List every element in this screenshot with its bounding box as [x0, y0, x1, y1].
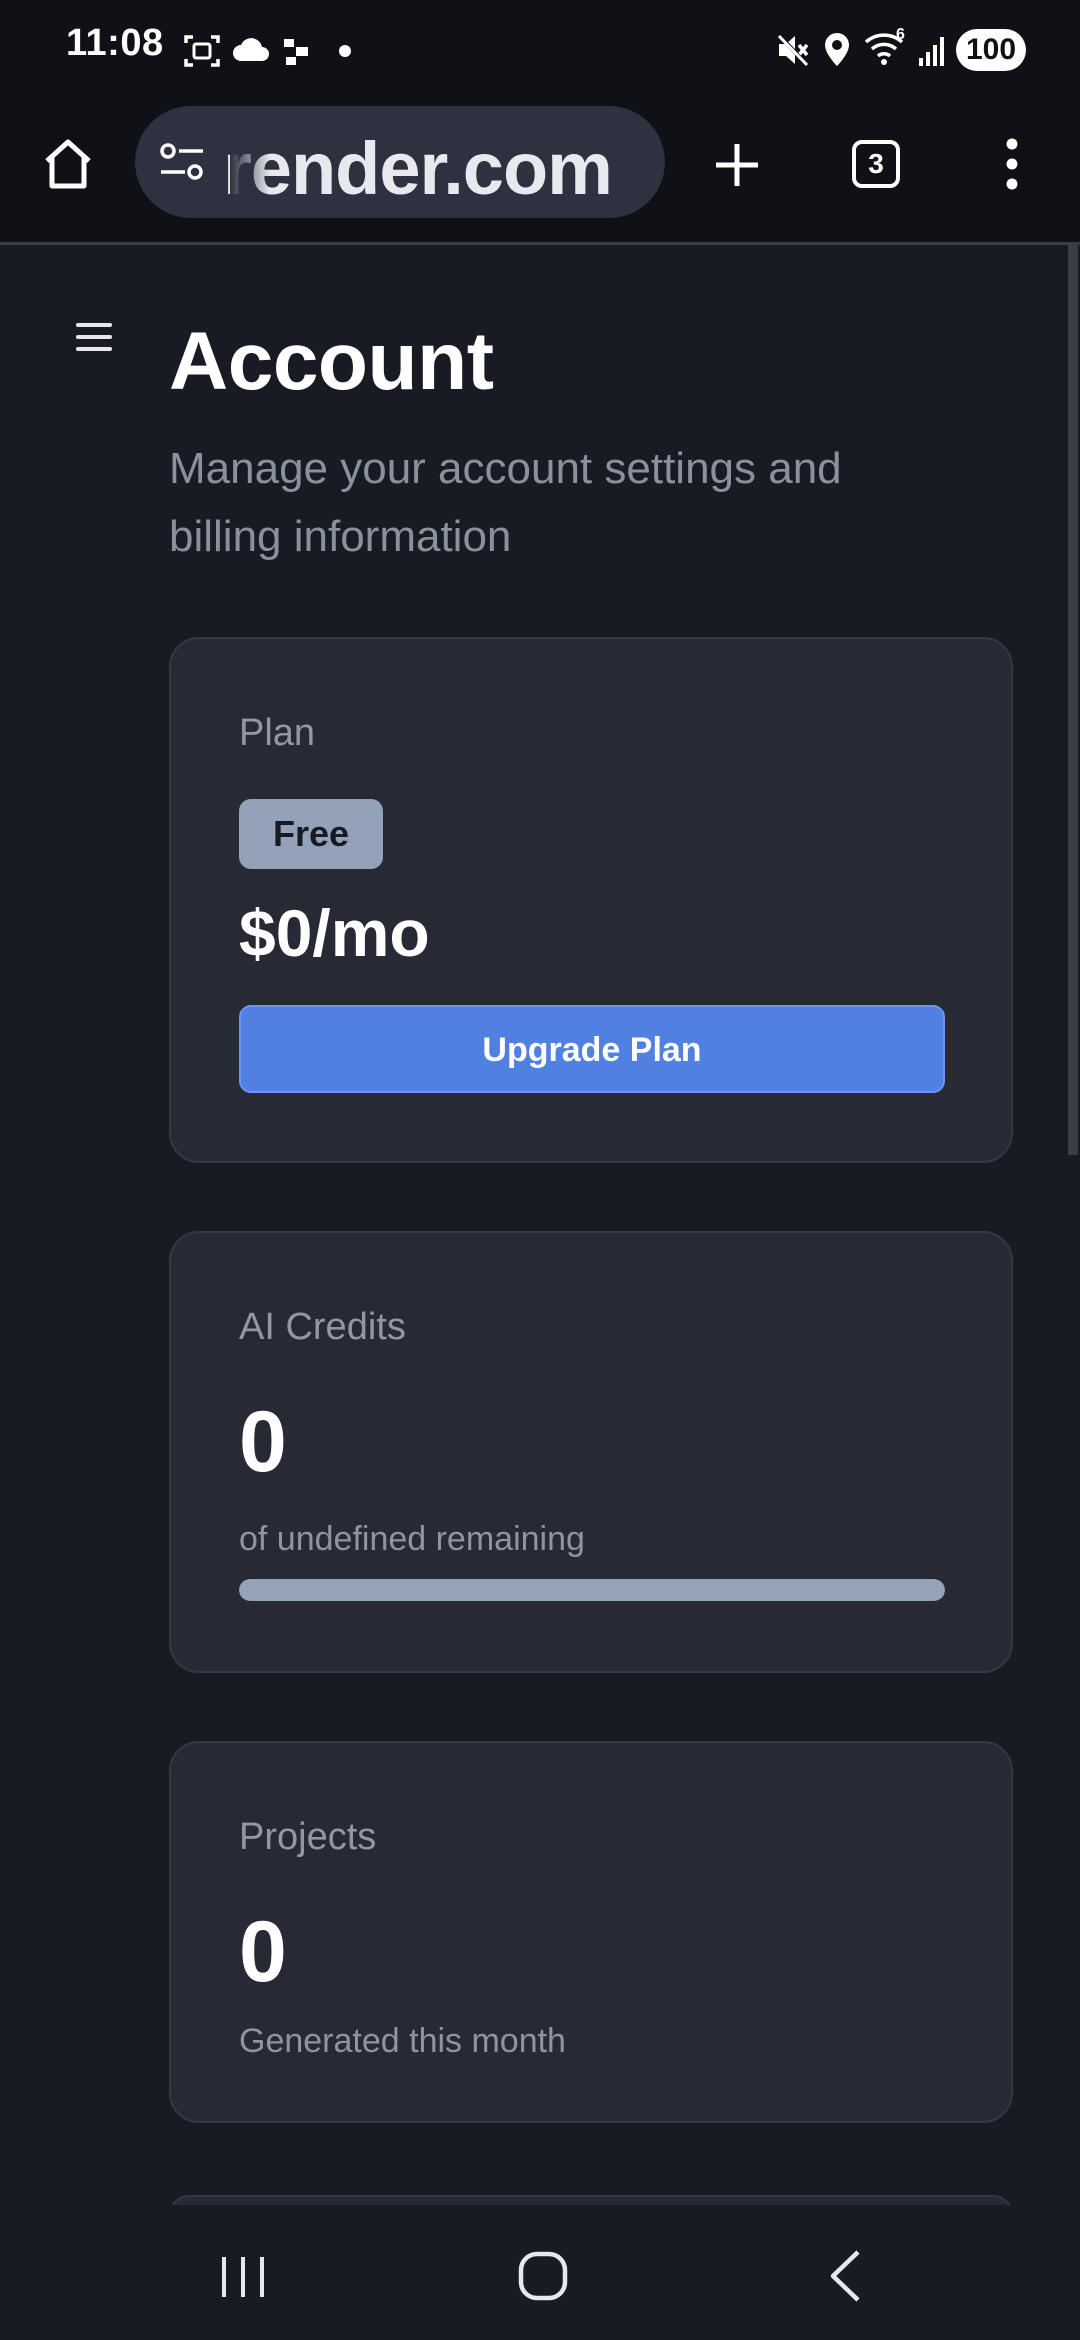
battery-icon: 100 — [956, 29, 1026, 71]
url-text: render.com — [223, 127, 613, 210]
screenshot-icon — [184, 35, 220, 67]
page-subtitle: Manage your account settings and billing… — [169, 444, 842, 561]
ai-credits-card: AI Credits 0 of undefined remaining — [169, 1231, 1013, 1673]
status-time: 11:08 — [66, 22, 164, 64]
site-settings-icon[interactable] — [159, 140, 205, 184]
credits-progress-fill — [239, 1579, 945, 1601]
menu-icon[interactable] — [76, 323, 114, 355]
system-nav-bar — [0, 2205, 1080, 2340]
next-card — [169, 2195, 1013, 2205]
upgrade-plan-button[interactable]: Upgrade Plan — [239, 1005, 945, 1093]
address-bar[interactable]: render.com — [135, 106, 665, 218]
scrollbar[interactable] — [1068, 245, 1078, 1155]
location-icon — [825, 33, 849, 66]
mute-icon — [776, 32, 810, 68]
more-vert-icon[interactable] — [1002, 138, 1022, 190]
cloud-icon — [233, 38, 269, 61]
home-nav-icon[interactable] — [518, 2251, 568, 2301]
plan-card: Plan Free $0/mo Upgrade Plan — [169, 637, 1013, 1163]
app-icon — [284, 39, 308, 65]
signal-icon — [919, 37, 944, 66]
credits-progress-bar — [239, 1579, 945, 1601]
page-title: Account — [169, 316, 494, 407]
page-content: Account Manage your account settings and… — [0, 245, 1080, 2205]
ai-credits-label: AI Credits — [239, 1306, 406, 1348]
battery-level: 100 — [965, 33, 1017, 66]
ai-credits-caption: of undefined remaining — [239, 1520, 585, 1558]
plan-label: Plan — [239, 712, 316, 754]
home-icon[interactable] — [42, 138, 94, 190]
status-bar: 11:08 6 100 — [0, 0, 1080, 100]
projects-card: Projects 0 Generated this month — [169, 1741, 1013, 2123]
recents-icon[interactable] — [220, 2255, 266, 2299]
projects-value: 0 — [239, 1904, 287, 2000]
plan-badge: Free — [239, 799, 383, 869]
tabs-icon[interactable]: 3 — [852, 140, 900, 188]
back-icon[interactable] — [828, 2249, 862, 2303]
new-tab-icon[interactable] — [714, 142, 760, 188]
browser-toolbar: render.com 3 — [0, 100, 1080, 245]
dot-icon — [339, 45, 351, 57]
ai-credits-value: 0 — [239, 1394, 287, 1490]
projects-label: Projects — [239, 1816, 377, 1858]
projects-caption: Generated this month — [239, 2022, 566, 2060]
wifi-label: 6 — [896, 26, 905, 43]
plan-price: $0/mo — [239, 896, 430, 970]
url-fade — [230, 106, 270, 218]
